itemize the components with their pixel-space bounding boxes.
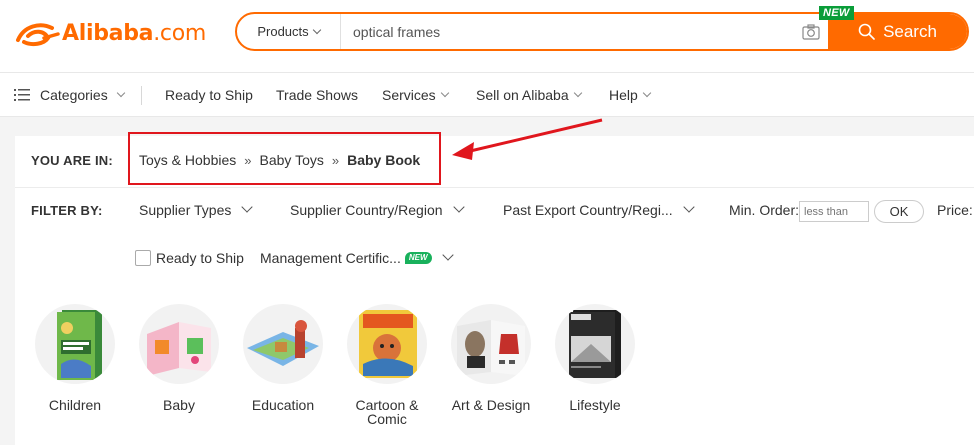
logo-text: Alibaba.com <box>62 20 206 46</box>
management-label: Management Certific... <box>260 250 401 266</box>
alibaba-logo-icon <box>16 23 60 47</box>
new-badge: NEW <box>404 252 432 264</box>
breadcrumb-item-toys-hobbies[interactable]: Toys & Hobbies <box>139 152 236 168</box>
price-label: Price: <box>937 202 973 218</box>
min-order-input[interactable] <box>799 201 869 222</box>
category-lifestyle[interactable]: Lifestyle <box>549 304 641 412</box>
ready-to-ship-label: Ready to Ship <box>156 250 244 266</box>
category-label: Education <box>251 397 315 413</box>
filter-supplier-country[interactable]: Supplier Country/Region <box>290 201 465 218</box>
breadcrumb: Toys & Hobbies » Baby Toys » Baby Book <box>139 152 420 168</box>
filter-label: FILTER BY: <box>31 203 103 218</box>
cartoon-book-icon <box>347 304 427 384</box>
category-panel: YOU ARE IN: Toys & Hobbies » Baby Toys »… <box>15 132 974 445</box>
breadcrumb-item-baby-toys[interactable]: Baby Toys <box>260 152 324 168</box>
category-cartoon-comic[interactable]: Cartoon & Comic <box>341 304 433 426</box>
breadcrumb-separator: » <box>244 152 252 168</box>
category-baby[interactable]: Baby <box>133 304 225 412</box>
ready-to-ship-filter[interactable]: Ready to Ship <box>135 250 244 266</box>
category-children[interactable]: Children <box>29 304 121 412</box>
search-input[interactable] <box>341 14 827 49</box>
category-label: Lifestyle <box>569 397 621 413</box>
min-order-label: Min. Order: <box>729 202 800 218</box>
menu-icon <box>14 89 30 101</box>
children-book-icon <box>35 304 115 384</box>
chevron-down-icon <box>452 201 465 213</box>
category-label: Baby <box>163 397 195 413</box>
annotation-arrow-icon <box>452 118 603 160</box>
nav-categories-label: Categories <box>40 87 108 103</box>
category-label: Art & Design <box>451 397 531 413</box>
chevron-down-icon <box>312 25 321 34</box>
breadcrumb-label: YOU ARE IN: <box>31 153 113 168</box>
chevron-down-icon <box>116 88 125 97</box>
nav-categories[interactable]: Categories <box>14 73 125 117</box>
search-category-label: Products <box>257 24 309 39</box>
nav-ready-to-ship[interactable]: Ready to Ship <box>165 73 253 117</box>
category-education[interactable]: Education <box>237 304 329 412</box>
breadcrumb-item-baby-book: Baby Book <box>347 152 421 168</box>
nav-divider <box>141 86 142 105</box>
chevron-down-icon <box>642 88 652 97</box>
ready-to-ship-checkbox[interactable] <box>135 250 151 266</box>
education-book-icon <box>243 304 323 384</box>
chevron-down-icon <box>440 88 449 97</box>
divider <box>15 187 974 188</box>
min-order-ok-button[interactable]: OK <box>874 200 924 223</box>
breadcrumb-separator: » <box>331 152 340 168</box>
nav-trade-shows[interactable]: Trade Shows <box>276 73 358 117</box>
art-book-icon <box>451 304 531 384</box>
chevron-down-icon <box>682 201 695 213</box>
category-label: Cartoon & Comic <box>355 397 419 427</box>
search-bar: Products Search <box>235 12 969 51</box>
search-category-dropdown[interactable]: Products <box>237 14 341 49</box>
category-label: Children <box>48 397 102 413</box>
chevron-down-icon <box>241 201 254 213</box>
filter-supplier-types[interactable]: Supplier Types <box>139 201 254 218</box>
top-nav: Categories Ready to Ship Trade Shows Ser… <box>0 72 974 117</box>
camera-icon[interactable] <box>802 24 820 40</box>
filter-past-export[interactable]: Past Export Country/Regi... <box>503 201 695 218</box>
lifestyle-book-icon <box>555 304 635 384</box>
search-button-label: Search <box>883 21 937 41</box>
baby-book-icon <box>139 304 219 384</box>
nav-sell-on-alibaba[interactable]: Sell on Alibaba <box>476 73 582 117</box>
alibaba-logo[interactable]: Alibaba.com <box>14 18 206 48</box>
new-badge: NEW <box>819 6 854 20</box>
nav-services[interactable]: Services <box>382 73 449 117</box>
chevron-down-icon <box>573 88 582 97</box>
category-art-design[interactable]: Art & Design <box>445 304 537 412</box>
nav-help[interactable]: Help <box>609 73 652 117</box>
chevron-down-icon <box>441 249 454 261</box>
search-icon <box>858 23 875 40</box>
header: Alibaba.com Products Search NEW <box>0 0 974 72</box>
filter-management-certification[interactable]: Management Certific... NEW <box>260 249 454 266</box>
